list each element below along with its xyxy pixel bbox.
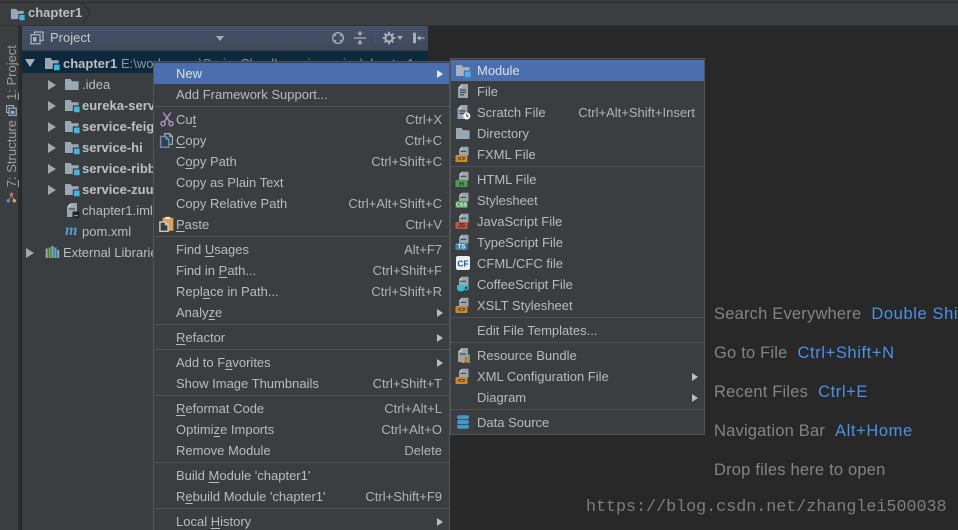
- svg-text:<>: <>: [458, 378, 466, 384]
- svg-text:H: H: [459, 181, 464, 187]
- svg-text:CSS: CSS: [456, 202, 467, 208]
- svg-text:JS: JS: [458, 224, 465, 230]
- svg-text:<>: <>: [458, 156, 466, 162]
- svg-text:<>: <>: [458, 307, 466, 313]
- svg-text:TS: TS: [458, 245, 466, 251]
